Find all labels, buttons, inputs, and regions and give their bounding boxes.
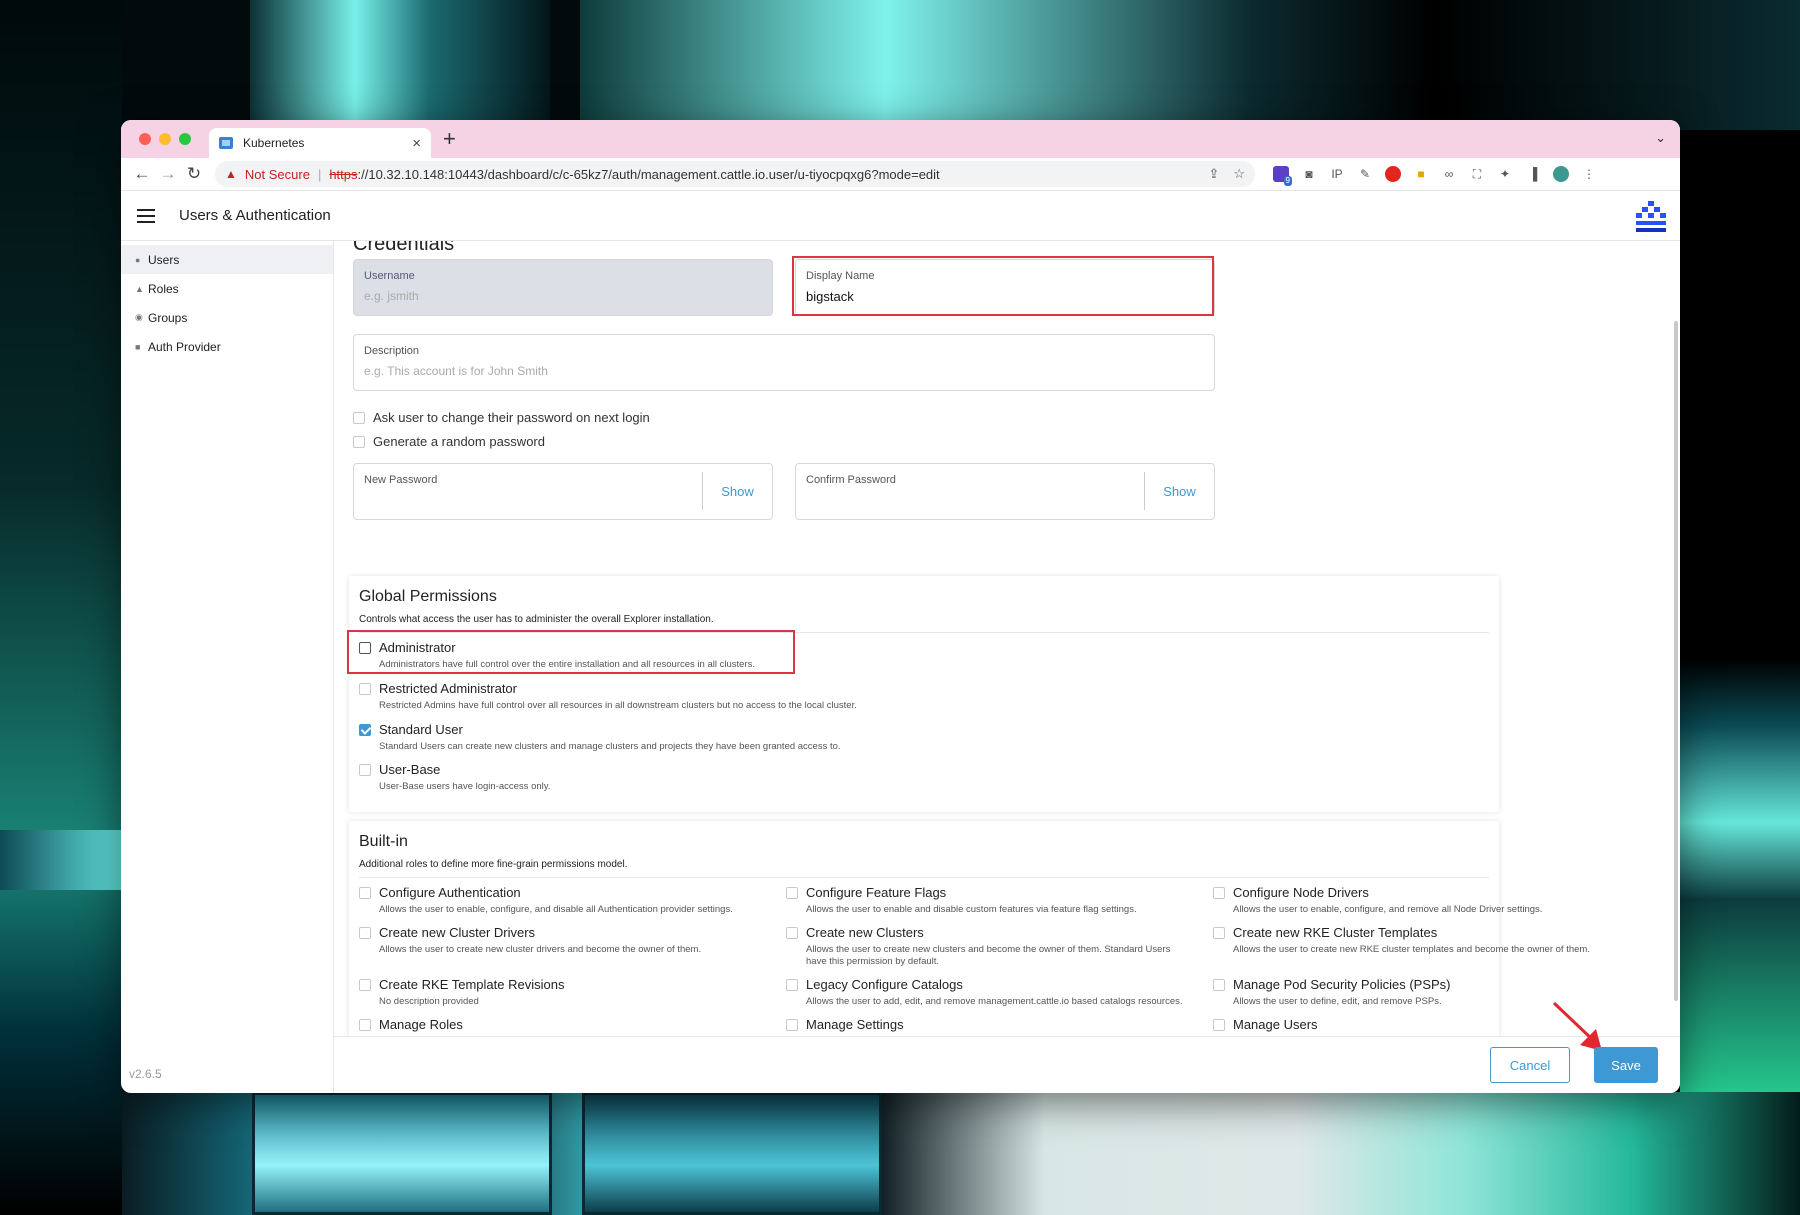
extension-toolbar: 9 ◙ IP ✎ ■ ∞ ⛶ ✦ ▐ ⋮ bbox=[1273, 166, 1597, 186]
version-label: v2.6.5 bbox=[129, 1067, 162, 1081]
role-manage-settings[interactable]: Manage Settings bbox=[786, 1017, 1186, 1032]
ip-icon[interactable]: IP bbox=[1329, 166, 1345, 182]
save-button[interactable]: Save bbox=[1594, 1047, 1658, 1083]
credentials-heading: Credentials bbox=[353, 241, 455, 255]
sidebar-item-auth-provider[interactable]: ■ Auth Provider bbox=[121, 332, 333, 361]
permission-restricted-administrator[interactable]: Restricted Administrator Restricted Admi… bbox=[359, 681, 857, 712]
adblock-icon[interactable] bbox=[1385, 166, 1401, 182]
lock-icon[interactable]: ■ bbox=[1413, 166, 1429, 182]
back-button[interactable]: ← bbox=[129, 164, 155, 184]
builtin-roles-card: Built-in Additional roles to define more… bbox=[349, 821, 1590, 1036]
page-title: Users & Authentication bbox=[179, 207, 331, 224]
sidebar-item-users[interactable]: ● Users bbox=[121, 245, 333, 274]
scroll-area: Credentials Username e.g. jsmith Display… bbox=[334, 241, 1680, 1036]
cancel-button[interactable]: Cancel bbox=[1490, 1047, 1570, 1083]
browser-window: Kubernetes × + ⌄ ← → ↻ ▲ Not Secure | ht… bbox=[121, 120, 1680, 1093]
confirm-password-field[interactable]: Confirm Password Show bbox=[795, 463, 1215, 520]
username-field[interactable]: Username e.g. jsmith bbox=[353, 259, 773, 316]
url-text: ://10.32.10.148:10443/dashboard/c/c-65kz… bbox=[357, 166, 940, 182]
role-create-rke-template-revisions[interactable]: Create RKE Template Revisions No descrip… bbox=[359, 977, 759, 1008]
hamburger-menu-icon[interactable] bbox=[137, 208, 155, 223]
form-footer: Cancel Save bbox=[334, 1001, 1680, 1093]
lock-icon: ■ bbox=[135, 341, 141, 352]
app-header: Users & Authentication bbox=[121, 191, 1680, 241]
role-create-clusters[interactable]: Create new Clusters Allows the user to c… bbox=[786, 925, 1186, 968]
tab-bar: Kubernetes × + ⌄ bbox=[121, 120, 1680, 158]
link-icon[interactable]: ∞ bbox=[1441, 166, 1457, 182]
user-icon: ● bbox=[135, 254, 141, 265]
tab-title: Kubernetes bbox=[243, 136, 305, 150]
close-window-button[interactable] bbox=[139, 133, 151, 145]
window-controls bbox=[139, 133, 191, 145]
role-create-rke-cluster-templates[interactable]: Create new RKE Cluster Templates Allows … bbox=[1213, 925, 1613, 956]
close-tab-icon[interactable]: × bbox=[412, 135, 421, 152]
global-permissions-description: Controls what access the user has to adm… bbox=[359, 614, 714, 625]
permission-user-base[interactable]: User-Base User-Base users have login-acc… bbox=[359, 762, 550, 793]
browser-tab[interactable]: Kubernetes × bbox=[209, 128, 431, 158]
global-permissions-title: Global Permissions bbox=[359, 588, 497, 605]
description-field[interactable]: Description e.g. This account is for Joh… bbox=[353, 334, 1215, 391]
rancher-logo-icon bbox=[1636, 201, 1666, 232]
new-tab-button[interactable]: + bbox=[443, 126, 456, 152]
address-bar: ← → ↻ ▲ Not Secure | https ://10.32.10.1… bbox=[121, 158, 1680, 191]
url-scheme: https bbox=[329, 166, 358, 182]
forward-button[interactable]: → bbox=[155, 164, 181, 184]
role-configure-node-drivers[interactable]: Configure Node Drivers Allows the user t… bbox=[1213, 885, 1613, 916]
share-icon[interactable]: ⇪ bbox=[1208, 166, 1219, 182]
screenshot-icon[interactable]: ⛶ bbox=[1469, 166, 1485, 182]
administrator-highlight bbox=[347, 630, 795, 674]
builtin-description: Additional roles to define more fine-gra… bbox=[359, 859, 628, 870]
global-permissions-card: Global Permissions Controls what access … bbox=[347, 576, 1499, 812]
show-new-password-button[interactable]: Show bbox=[702, 472, 772, 510]
tab-search-chevron-icon[interactable]: ⌄ bbox=[1655, 130, 1666, 146]
random-password-checkbox[interactable]: Generate a random password bbox=[353, 434, 545, 449]
role-legacy-configure-catalogs[interactable]: Legacy Configure Catalogs Allows the use… bbox=[786, 977, 1186, 1008]
new-password-field[interactable]: New Password Show bbox=[353, 463, 773, 520]
role-manage-roles[interactable]: Manage Roles bbox=[359, 1017, 759, 1032]
role-configure-authentication[interactable]: Configure Authentication Allows the user… bbox=[359, 885, 759, 916]
extension-badge-icon[interactable]: 9 bbox=[1273, 166, 1292, 186]
change-password-checkbox[interactable]: Ask user to change their password on nex… bbox=[353, 410, 650, 425]
role-configure-feature-flags[interactable]: Configure Feature Flags Allows the user … bbox=[786, 885, 1186, 916]
minimize-window-button[interactable] bbox=[159, 133, 171, 145]
eyedropper-icon[interactable]: ✎ bbox=[1357, 166, 1373, 182]
sidebar-toggle-icon[interactable]: ▐ bbox=[1525, 166, 1541, 182]
sidebar: ● Users ▲ Roles ◉ Groups ■ Auth Provider… bbox=[121, 241, 334, 1093]
scrollbar[interactable] bbox=[1672, 321, 1680, 1001]
main-content: Credentials Username e.g. jsmith Display… bbox=[334, 241, 1680, 1093]
url-input[interactable]: ▲ Not Secure | https ://10.32.10.148:104… bbox=[215, 161, 1255, 187]
role-icon: ▲ bbox=[135, 283, 144, 294]
builtin-title: Built-in bbox=[359, 833, 408, 850]
show-confirm-password-button[interactable]: Show bbox=[1144, 472, 1214, 510]
reload-button[interactable]: ↻ bbox=[181, 164, 207, 184]
sidebar-item-groups[interactable]: ◉ Groups bbox=[121, 303, 333, 332]
display-name-highlight bbox=[792, 256, 1214, 316]
group-icon: ◉ bbox=[135, 312, 143, 322]
camera-icon[interactable]: ◙ bbox=[1301, 166, 1317, 182]
maximize-window-button[interactable] bbox=[179, 133, 191, 145]
kubernetes-favicon-icon bbox=[219, 137, 233, 149]
more-menu-icon[interactable]: ⋮ bbox=[1581, 166, 1597, 182]
role-create-cluster-drivers[interactable]: Create new Cluster Drivers Allows the us… bbox=[359, 925, 759, 956]
warning-icon: ▲ bbox=[225, 167, 237, 181]
puzzle-icon[interactable]: ✦ bbox=[1497, 166, 1513, 182]
sidebar-item-roles[interactable]: ▲ Roles bbox=[121, 274, 333, 303]
security-label[interactable]: Not Secure bbox=[245, 167, 310, 182]
permission-standard-user[interactable]: Standard User Standard Users can create … bbox=[359, 722, 841, 753]
profile-avatar[interactable] bbox=[1553, 166, 1569, 182]
bookmark-star-icon[interactable]: ☆ bbox=[1233, 166, 1245, 182]
